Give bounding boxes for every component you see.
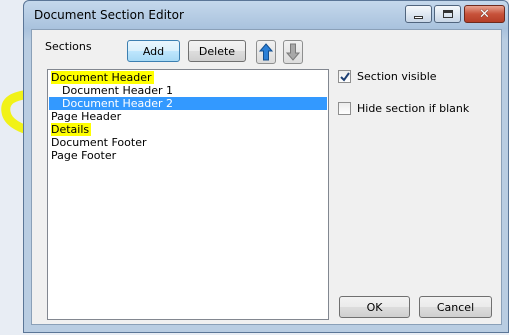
title-bar[interactable]: Document Section Editor ✕ (24, 1, 508, 29)
ok-button[interactable]: OK (339, 296, 410, 318)
list-item[interactable]: Document Header 1 (49, 84, 327, 97)
arrow-up-icon (259, 43, 273, 61)
arrow-down-icon (286, 43, 300, 61)
dialog-window: Document Section Editor ✕ Sections Add D… (23, 0, 509, 333)
cancel-button[interactable]: Cancel (419, 296, 492, 318)
hide-if-blank-label[interactable]: Hide section if blank (357, 102, 469, 115)
minimize-button[interactable] (405, 5, 432, 23)
maximize-icon (442, 10, 453, 18)
list-item-label: Document Header 1 (62, 84, 174, 97)
list-item[interactable]: Document Header (49, 71, 327, 84)
checkmark-icon (340, 72, 350, 82)
list-item[interactable]: Page Footer (49, 149, 327, 162)
window-title: Document Section Editor (34, 8, 184, 22)
move-down-button[interactable] (283, 40, 303, 64)
hide-if-blank-checkbox[interactable] (338, 102, 351, 115)
minimize-icon (414, 15, 423, 19)
maximize-button[interactable] (434, 5, 461, 23)
list-item-label: Document Footer (51, 136, 147, 149)
dialog-body: Sections Add Delete Document Header Docu… (31, 29, 502, 325)
list-item[interactable]: Page Header (49, 110, 327, 123)
section-visible-checkbox[interactable] (338, 70, 351, 83)
sections-list[interactable]: Document Header Document Header 1 Docume… (47, 69, 329, 320)
add-button[interactable]: Add (127, 40, 180, 62)
close-button[interactable]: ✕ (464, 5, 505, 23)
list-item[interactable]: Details (49, 123, 327, 136)
section-visible-label[interactable]: Section visible (357, 70, 437, 83)
list-item-label: Details (51, 123, 92, 136)
list-item[interactable]: Document Footer (49, 136, 327, 149)
move-up-button[interactable] (256, 40, 276, 64)
list-item-label: Document Header (51, 71, 154, 84)
delete-button[interactable]: Delete (188, 40, 246, 62)
sections-label: Sections (45, 40, 92, 53)
close-icon: ✕ (479, 6, 490, 22)
list-item-label: Page Header (51, 110, 122, 123)
list-item-selected[interactable]: Document Header 2 (49, 97, 327, 110)
list-item-label: Page Footer (51, 149, 117, 162)
list-item-label: Document Header 2 (62, 97, 174, 110)
